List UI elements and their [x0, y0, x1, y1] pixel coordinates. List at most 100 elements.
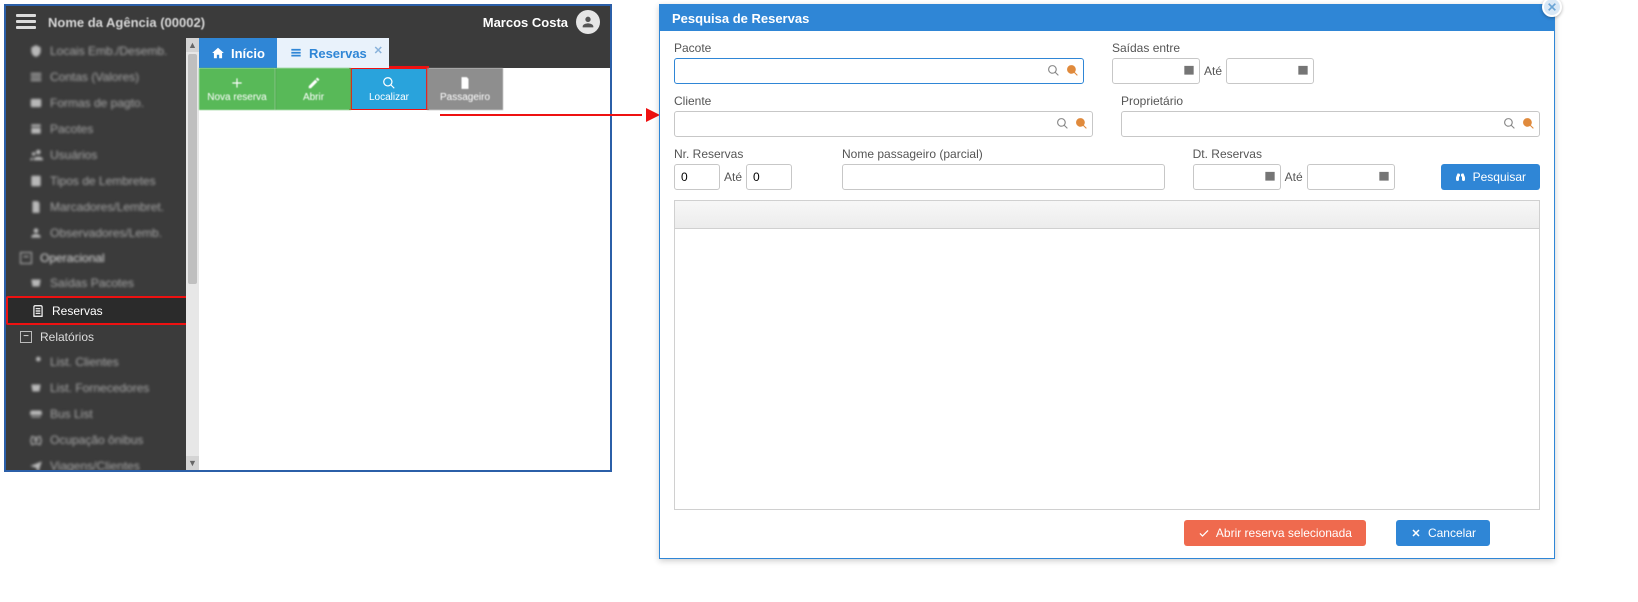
search-icon[interactable] — [1045, 62, 1061, 78]
sidebar-scrollbar[interactable]: ▲ ▼ — [186, 38, 199, 470]
dialog-body: Pacote Saídas entre Até — [660, 31, 1554, 558]
calendar-icon[interactable] — [1263, 169, 1277, 183]
sidebar-item-label: Bus List — [50, 407, 93, 421]
pacote-input[interactable] — [674, 58, 1084, 84]
close-icon — [1547, 2, 1557, 12]
sidebar-item[interactable]: Viagens/Clientes — [6, 453, 199, 470]
zoom-icon[interactable] — [1073, 115, 1089, 131]
sidebar-item-label: Observadores/Lemb. — [50, 226, 162, 240]
sidebar-item[interactable]: Pacotes — [6, 116, 199, 142]
nr-reservas-label: Nr. Reservas — [674, 147, 814, 161]
home-icon — [211, 46, 225, 60]
sidebar-item-label: Tipos de Lembretes — [50, 174, 156, 188]
proprietario-label: Proprietário — [1121, 94, 1540, 108]
toolbar: Nova reserva Abrir Localizar Passageiro — [199, 68, 610, 110]
tab-label: Reservas — [309, 46, 367, 61]
sidebar-item-label: Locais Emb./Desemb. — [50, 44, 167, 58]
tab-close-icon[interactable]: ✕ — [374, 44, 383, 57]
sidebar-item[interactable]: Tipos de Lembretes — [6, 168, 199, 194]
pesquisa-reservas-dialog: Pesquisa de Reservas Pacote Saídas entre — [659, 4, 1555, 559]
sidebar-item-label: Contas (Valores) — [50, 70, 139, 84]
user-name: Marcos Costa — [483, 15, 568, 30]
x-icon — [1410, 527, 1422, 539]
scroll-up-icon[interactable]: ▲ — [186, 38, 199, 52]
search-icon[interactable] — [1054, 115, 1070, 131]
results-grid-body — [674, 228, 1540, 510]
proprietario-input[interactable] — [1121, 111, 1540, 137]
check-icon — [1198, 527, 1210, 539]
document-icon — [458, 76, 472, 90]
cliente-label: Cliente — [674, 94, 1093, 108]
sidebar-item[interactable]: List. Clientes — [6, 349, 199, 375]
ate-label: Até — [724, 170, 742, 184]
calendar-icon[interactable] — [1296, 63, 1310, 77]
passageiro-button[interactable]: Passageiro — [427, 68, 503, 110]
sidebar-item[interactable]: Formas de pagto. — [6, 90, 199, 116]
user-avatar-icon[interactable] — [576, 10, 600, 34]
ate-label: Até — [1204, 64, 1222, 78]
app-title: Nome da Agência (00002) — [48, 15, 205, 30]
calendar-icon[interactable] — [1377, 169, 1391, 183]
sidebar-item-reservas[interactable]: Reservas — [6, 296, 199, 325]
dialog-title: Pesquisa de Reservas — [672, 11, 809, 26]
sidebar-item-label: List. Fornecedores — [50, 381, 149, 395]
sidebar-item[interactable]: Contas (Valores) — [6, 64, 199, 90]
sidebar-item-label: Marcadores/Lembret. — [50, 200, 164, 214]
pesquisar-button[interactable]: Pesquisar — [1441, 164, 1540, 190]
saidas-ate-date — [1226, 58, 1314, 84]
button-label: Localizar — [369, 92, 409, 103]
sidebar-item-label: Usuários — [50, 148, 97, 162]
tab-reservas[interactable]: Reservas ✕ — [277, 38, 389, 68]
scroll-thumb[interactable] — [188, 54, 197, 284]
sidebar-item[interactable]: Usuários — [6, 142, 199, 168]
ate-label: Até — [1285, 170, 1303, 184]
sidebar: Locais Emb./Desemb. Contas (Valores) For… — [6, 38, 199, 470]
zoom-icon[interactable] — [1520, 115, 1536, 131]
sidebar-item[interactable]: Bus List — [6, 401, 199, 427]
localizar-button[interactable]: Localizar — [351, 68, 427, 110]
dialog-title-bar: Pesquisa de Reservas — [660, 5, 1554, 31]
sidebar-item-saidas-pacotes[interactable]: Saídas Pacotes — [6, 270, 199, 296]
sidebar-item-label: Formas de pagto. — [50, 96, 144, 110]
button-label: Abrir — [303, 92, 324, 103]
pacote-lookup — [674, 58, 1084, 84]
menu-hamburger-icon[interactable] — [16, 14, 36, 30]
sidebar-item[interactable]: List. Fornecedores — [6, 375, 199, 401]
sidebar-group-label: Relatórios — [40, 330, 94, 344]
cliente-input[interactable] — [674, 111, 1093, 137]
app-window: Nome da Agência (00002) Marcos Costa Loc… — [4, 4, 612, 472]
button-label: Passageiro — [440, 92, 490, 103]
sidebar-item[interactable]: Observadores/Lemb. — [6, 220, 199, 246]
tab-inicio[interactable]: Início — [199, 38, 277, 68]
nr-ate-input[interactable] — [746, 164, 792, 190]
list-icon — [289, 46, 303, 60]
button-label: Abrir reserva selecionada — [1216, 526, 1352, 540]
cancelar-button[interactable]: Cancelar — [1396, 520, 1490, 546]
results-grid-header — [674, 200, 1540, 228]
zoom-icon[interactable] — [1064, 62, 1080, 78]
nome-passageiro-input[interactable] — [842, 164, 1165, 190]
dialog-footer: Abrir reserva selecionada Cancelar — [674, 510, 1540, 546]
nova-reserva-button[interactable]: Nova reserva — [199, 68, 275, 110]
dialog-close-button[interactable] — [1542, 0, 1562, 17]
sidebar-group-operacional[interactable]: −Operacional — [6, 246, 199, 270]
sidebar-item[interactable]: Ocupação ônibus — [6, 427, 199, 453]
scroll-down-icon[interactable]: ▼ — [186, 456, 199, 470]
abrir-reserva-button[interactable]: Abrir reserva selecionada — [1184, 520, 1366, 546]
sidebar-item[interactable]: Marcadores/Lembret. — [6, 194, 199, 220]
content-area: Início Reservas ✕ Nova reserva Abrir — [199, 38, 610, 470]
abrir-button[interactable]: Abrir — [275, 68, 351, 110]
nr-de-input[interactable] — [674, 164, 720, 190]
dt-reservas-label: Dt. Reservas — [1193, 147, 1413, 161]
pacote-label: Pacote — [674, 41, 1084, 55]
search-icon[interactable] — [1501, 115, 1517, 131]
cliente-lookup — [674, 111, 1093, 137]
calendar-icon[interactable] — [1182, 63, 1196, 77]
sidebar-item-label: Reservas — [52, 304, 103, 318]
sidebar-group-relatorios[interactable]: −Relatórios — [6, 325, 199, 349]
tab-bar: Início Reservas ✕ — [199, 38, 610, 68]
proprietario-lookup — [1121, 111, 1540, 137]
sidebar-item-label: List. Clientes — [50, 355, 119, 369]
button-label: Nova reserva — [207, 92, 266, 103]
sidebar-item[interactable]: Locais Emb./Desemb. — [6, 38, 199, 64]
